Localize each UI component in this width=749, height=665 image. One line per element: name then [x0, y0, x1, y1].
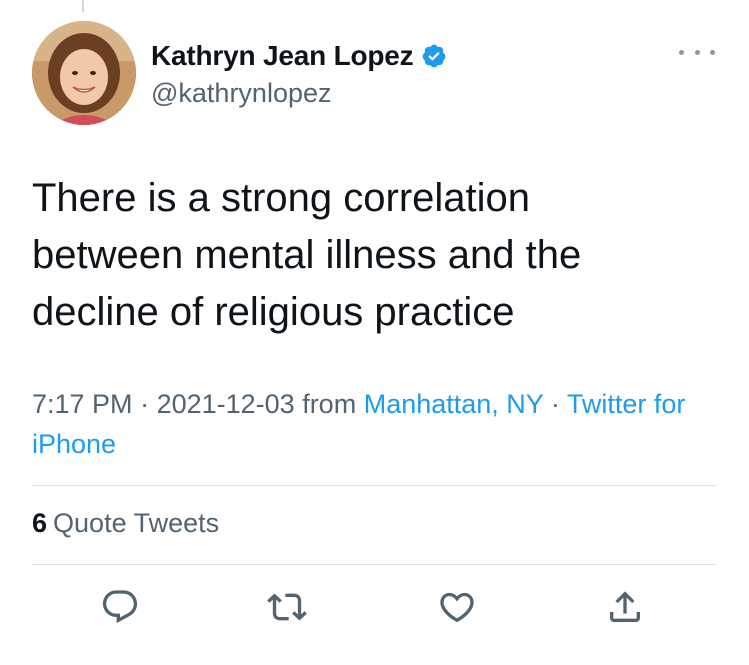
like-button[interactable]: [432, 582, 482, 632]
author-name[interactable]: Kathryn Jean Lopez: [151, 40, 414, 72]
tweet-text-line: decline of religious practice: [32, 290, 515, 334]
like-icon: [440, 592, 474, 623]
tweet-date[interactable]: 2021-12-03: [157, 389, 295, 419]
from-label: from: [294, 389, 364, 419]
author-name-row[interactable]: Kathryn Jean Lopez: [151, 40, 447, 72]
avatar[interactable]: [32, 21, 136, 125]
meta-separator: ·: [132, 389, 157, 419]
reply-icon: [102, 590, 138, 624]
tweet-time[interactable]: 7:17 PM: [32, 389, 133, 419]
divider: [32, 564, 717, 565]
quote-label: Quote Tweets: [53, 508, 220, 538]
tweet-metadata: 7:17 PM · 2021-12-03 from Manhattan, NY …: [32, 384, 722, 464]
tweet-text-line: between mental illness and the: [32, 233, 582, 277]
profile-photo-icon: [32, 21, 136, 125]
verified-badge-icon: [421, 43, 447, 69]
action-bar: [0, 582, 749, 632]
tweet-text: There is a strong correlation between me…: [32, 170, 712, 341]
retweet-button[interactable]: [262, 582, 312, 632]
meta-separator: ·: [543, 389, 567, 419]
reply-button[interactable]: [95, 582, 145, 632]
share-icon: [610, 591, 640, 622]
tweet-text-line: There is a strong correlation: [32, 176, 531, 220]
location-link[interactable]: Manhattan, NY: [364, 389, 544, 419]
divider: [32, 485, 717, 486]
quote-tweets-stat[interactable]: 6 Quote Tweets: [32, 508, 219, 539]
share-button[interactable]: [600, 582, 650, 632]
author-handle[interactable]: @kathrynlopez: [151, 78, 332, 109]
thread-connector: [82, 0, 84, 12]
more-options-icon[interactable]: [679, 42, 715, 62]
retweet-icon: [267, 593, 307, 621]
quote-count: 6: [32, 508, 48, 538]
